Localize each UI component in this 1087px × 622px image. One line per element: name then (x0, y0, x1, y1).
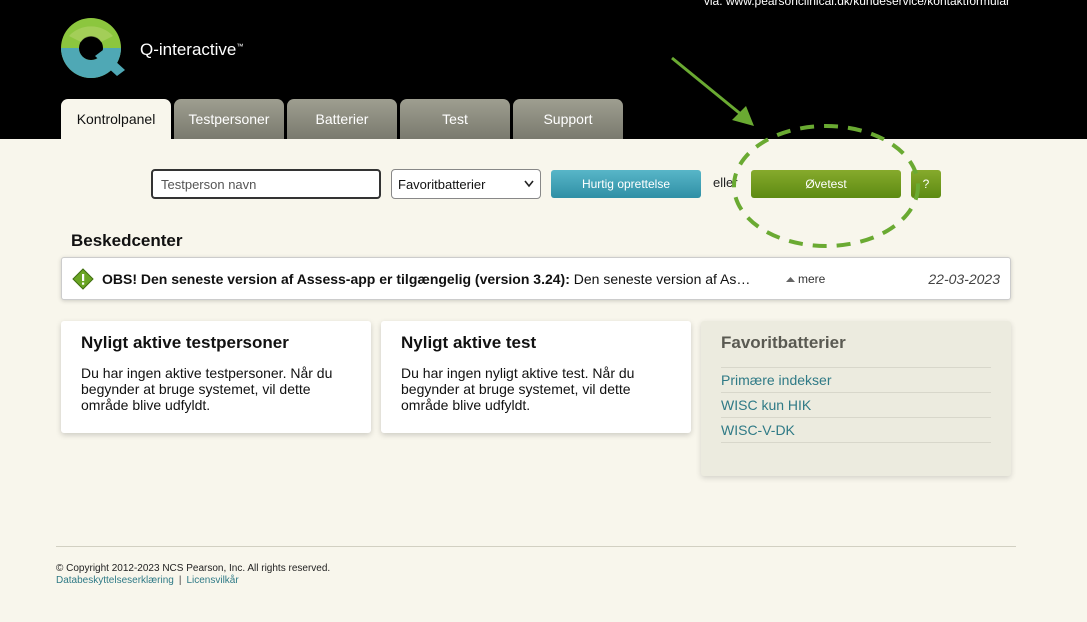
annotation-overlay (671, 56, 920, 248)
testperson-name-input[interactable] (151, 169, 381, 199)
main-tabs: Kontrolpanel Testpersoner Batterier Test… (61, 99, 623, 139)
triangle-up-icon (786, 277, 795, 282)
annotation-dashed-circle (732, 124, 920, 248)
chevron-down-icon (524, 180, 534, 188)
copyright-text: © Copyright 2012-2023 NCS Pearson, Inc. … (56, 563, 331, 574)
favorite-battery-select-value: Favoritbatterier (398, 176, 486, 192)
tab-support[interactable]: Support (513, 99, 623, 139)
favorite-batteries-list: Primære indekser WISC kun HIK WISC-V-DK (721, 367, 991, 443)
top-note: via: www.pearsonclinical.dk/kundeservice… (703, 0, 1010, 8)
message-center-title: Beskedcenter (71, 231, 183, 250)
recent-persons-text: Du har ingen aktive testpersoner. Når du… (81, 365, 333, 413)
tab-kontrolpanel[interactable]: Kontrolpanel (61, 99, 171, 139)
footer-separator: | (178, 575, 182, 586)
footer-divider (56, 546, 1016, 547)
license-link[interactable]: Licensvilkår (186, 575, 238, 586)
annotation-arrow-line (671, 56, 749, 122)
message-bold: OBS! Den seneste version af Assess-app e… (102, 271, 570, 287)
favorite-battery-select[interactable]: Favoritbatterier (391, 169, 541, 199)
favorite-battery-item[interactable]: Primære indekser (721, 368, 991, 393)
recent-tests-title: Nyligt aktive test (401, 333, 537, 352)
more-label: mere (798, 272, 826, 286)
privacy-link[interactable]: Databeskyttelseserklæring (56, 575, 174, 586)
tab-batterier[interactable]: Batterier (287, 99, 397, 139)
message-date: 22-03-2023 (928, 271, 1000, 287)
recent-tests-card: Nyligt aktive test Du har ingen nyligt a… (381, 321, 691, 433)
favorite-batteries-card: Favoritbatterier Primære indekser WISC k… (701, 321, 1011, 476)
tab-testpersoner[interactable]: Testpersoner (174, 99, 284, 139)
brand-name: Q-interactive™ (140, 40, 244, 59)
footer-links: Databeskyttelseserklæring | Licensvilkår (56, 575, 239, 586)
message-row: OBS! Den seneste version af Assess-app e… (61, 257, 1011, 300)
q-interactive-logo (61, 18, 125, 78)
message-body: Den seneste version af Ass... (569, 271, 752, 287)
tab-test[interactable]: Test (400, 99, 510, 139)
recent-persons-title: Nyligt aktive testpersoner (81, 333, 289, 352)
favorite-battery-item[interactable]: WISC kun HIK (721, 393, 991, 418)
favorite-battery-item[interactable]: WISC-V-DK (721, 418, 991, 443)
more-link[interactable]: mere (786, 272, 825, 286)
recent-tests-text: Du har ingen nyligt aktive test. Når du … (401, 365, 635, 413)
recent-persons-card: Nyligt aktive testpersoner Du har ingen … (61, 321, 371, 433)
favorite-batteries-title: Favoritbatterier (721, 333, 846, 352)
warning-diamond-icon (72, 268, 94, 290)
message-text: OBS! Den seneste version af Assess-app e… (102, 271, 752, 287)
